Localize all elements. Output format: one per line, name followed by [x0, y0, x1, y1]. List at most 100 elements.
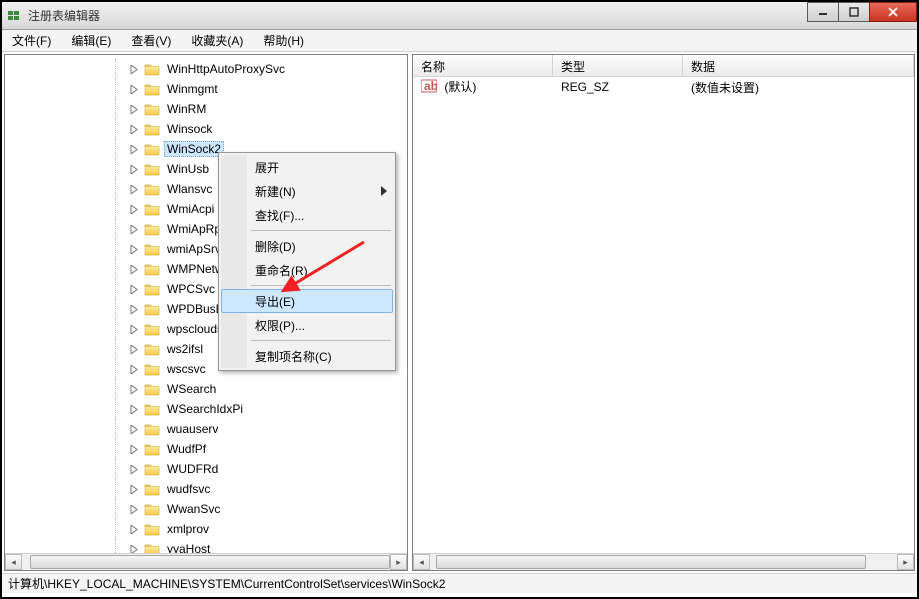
expand-icon[interactable]: [129, 404, 140, 415]
status-bar: 计算机\HKEY_LOCAL_MACHINE\SYSTEM\CurrentCon…: [2, 573, 917, 593]
expand-icon[interactable]: [129, 204, 140, 215]
scroll-left-icon[interactable]: ◂: [413, 554, 430, 570]
menu-favorites[interactable]: 收藏夹(A): [181, 30, 253, 51]
context-menu-item[interactable]: 导出(E): [221, 289, 393, 313]
expand-icon[interactable]: [129, 524, 140, 535]
folder-icon: [144, 342, 160, 356]
folder-icon: [144, 182, 160, 196]
tree-item[interactable]: WudfPf: [5, 439, 407, 459]
tree-item-label: WinRM: [164, 101, 209, 117]
folder-icon: [144, 262, 160, 276]
folder-icon: [144, 382, 160, 396]
context-menu-item[interactable]: 权限(P)...: [221, 313, 393, 337]
expand-icon[interactable]: [129, 184, 140, 195]
svg-text:ab: ab: [424, 79, 437, 93]
tree-item-label: ws2ifsl: [164, 341, 206, 357]
tree-item-label: wuauserv: [164, 421, 221, 437]
tree-item-label: WwanSvc: [164, 501, 223, 517]
menu-separator: [251, 230, 391, 231]
context-menu-item[interactable]: 复制项名称(C): [221, 344, 393, 368]
folder-icon: [144, 522, 160, 536]
tree-item[interactable]: WinHttpAutoProxySvc: [5, 59, 407, 79]
expand-icon[interactable]: [129, 144, 140, 155]
expand-icon[interactable]: [129, 124, 140, 135]
tree-item[interactable]: Winsock: [5, 119, 407, 139]
expand-icon[interactable]: [129, 364, 140, 375]
folder-icon: [144, 82, 160, 96]
context-menu-item[interactable]: 展开: [221, 155, 393, 179]
expand-icon[interactable]: [129, 424, 140, 435]
expand-icon[interactable]: [129, 324, 140, 335]
expand-icon[interactable]: [129, 64, 140, 75]
menu-view[interactable]: 查看(V): [121, 30, 181, 51]
expand-icon[interactable]: [129, 384, 140, 395]
folder-icon: [144, 322, 160, 336]
close-button[interactable]: [869, 2, 917, 22]
tree-item[interactable]: wuauserv: [5, 419, 407, 439]
window-title: 注册表编辑器: [28, 7, 913, 24]
tree-item-label: Winsock: [164, 121, 215, 137]
expand-icon[interactable]: [129, 264, 140, 275]
tree-item-label: WSearch: [164, 381, 219, 397]
list-pane: 名称 类型 数据 ab (默认) REG_SZ (数值未设置) ◂ ▸: [412, 54, 915, 571]
col-header-type[interactable]: 类型: [553, 55, 683, 76]
tree-item[interactable]: WinRM: [5, 99, 407, 119]
tree-item[interactable]: yyaHost: [5, 539, 407, 553]
context-menu-item[interactable]: 删除(D): [221, 234, 393, 258]
scroll-right-icon[interactable]: ▸: [390, 554, 407, 570]
expand-icon[interactable]: [129, 464, 140, 475]
list-row[interactable]: ab (默认) REG_SZ (数值未设置): [413, 77, 914, 97]
tree-item[interactable]: Winmgmt: [5, 79, 407, 99]
expand-icon[interactable]: [129, 164, 140, 175]
maximize-button[interactable]: [838, 2, 870, 22]
context-menu-item[interactable]: 查找(F)...: [221, 203, 393, 227]
scroll-right-icon[interactable]: ▸: [897, 554, 914, 570]
folder-icon: [144, 242, 160, 256]
tree-item[interactable]: WSearchIdxPi: [5, 399, 407, 419]
tree-item[interactable]: xmlprov: [5, 519, 407, 539]
expand-icon[interactable]: [129, 544, 140, 554]
tree-item[interactable]: wudfsvc: [5, 479, 407, 499]
menu-help[interactable]: 帮助(H): [253, 30, 314, 51]
expand-icon[interactable]: [129, 104, 140, 115]
scroll-left-icon[interactable]: ◂: [5, 554, 22, 570]
tree-item[interactable]: WSearch: [5, 379, 407, 399]
expand-icon[interactable]: [129, 244, 140, 255]
expand-icon[interactable]: [129, 224, 140, 235]
menu-separator: [251, 340, 391, 341]
context-menu-label: 复制项名称(C): [255, 348, 332, 365]
minimize-button[interactable]: [807, 2, 839, 22]
context-menu-label: 删除(D): [255, 238, 296, 255]
expand-icon[interactable]: [129, 344, 140, 355]
tree-item[interactable]: WwanSvc: [5, 499, 407, 519]
menu-edit[interactable]: 编辑(E): [61, 30, 121, 51]
folder-icon: [144, 62, 160, 76]
scroll-thumb[interactable]: [30, 555, 390, 569]
tree-hscrollbar[interactable]: ◂ ▸: [5, 553, 407, 570]
context-menu-label: 展开: [255, 159, 279, 176]
col-header-name[interactable]: 名称: [413, 55, 553, 76]
value-name: (默认): [444, 80, 476, 94]
expand-icon[interactable]: [129, 304, 140, 315]
context-menu-label: 新建(N): [255, 183, 296, 200]
tree-item-label: Wlansvc: [164, 181, 215, 197]
context-menu: 展开新建(N) 查找(F)... 删除(D) 重命名(R) 导出(E)权限(P)... 复…: [218, 152, 396, 371]
tree-item-label: wmiApSrv: [164, 241, 224, 257]
menu-file[interactable]: 文件(F): [2, 30, 61, 51]
expand-icon[interactable]: [129, 444, 140, 455]
list-hscrollbar[interactable]: ◂ ▸: [413, 553, 914, 570]
expand-icon[interactable]: [129, 84, 140, 95]
expand-icon[interactable]: [129, 504, 140, 515]
expand-icon[interactable]: [129, 484, 140, 495]
folder-icon: [144, 102, 160, 116]
status-path: 计算机\HKEY_LOCAL_MACHINE\SYSTEM\CurrentCon…: [8, 577, 445, 591]
context-menu-item[interactable]: 新建(N): [221, 179, 393, 203]
value-type: REG_SZ: [553, 80, 683, 94]
folder-icon: [144, 362, 160, 376]
scroll-thumb[interactable]: [436, 555, 866, 569]
context-menu-item[interactable]: 重命名(R): [221, 258, 393, 282]
tree-item[interactable]: WUDFRd: [5, 459, 407, 479]
col-header-data[interactable]: 数据: [683, 55, 914, 76]
expand-icon[interactable]: [129, 284, 140, 295]
list-header: 名称 类型 数据: [413, 55, 914, 77]
